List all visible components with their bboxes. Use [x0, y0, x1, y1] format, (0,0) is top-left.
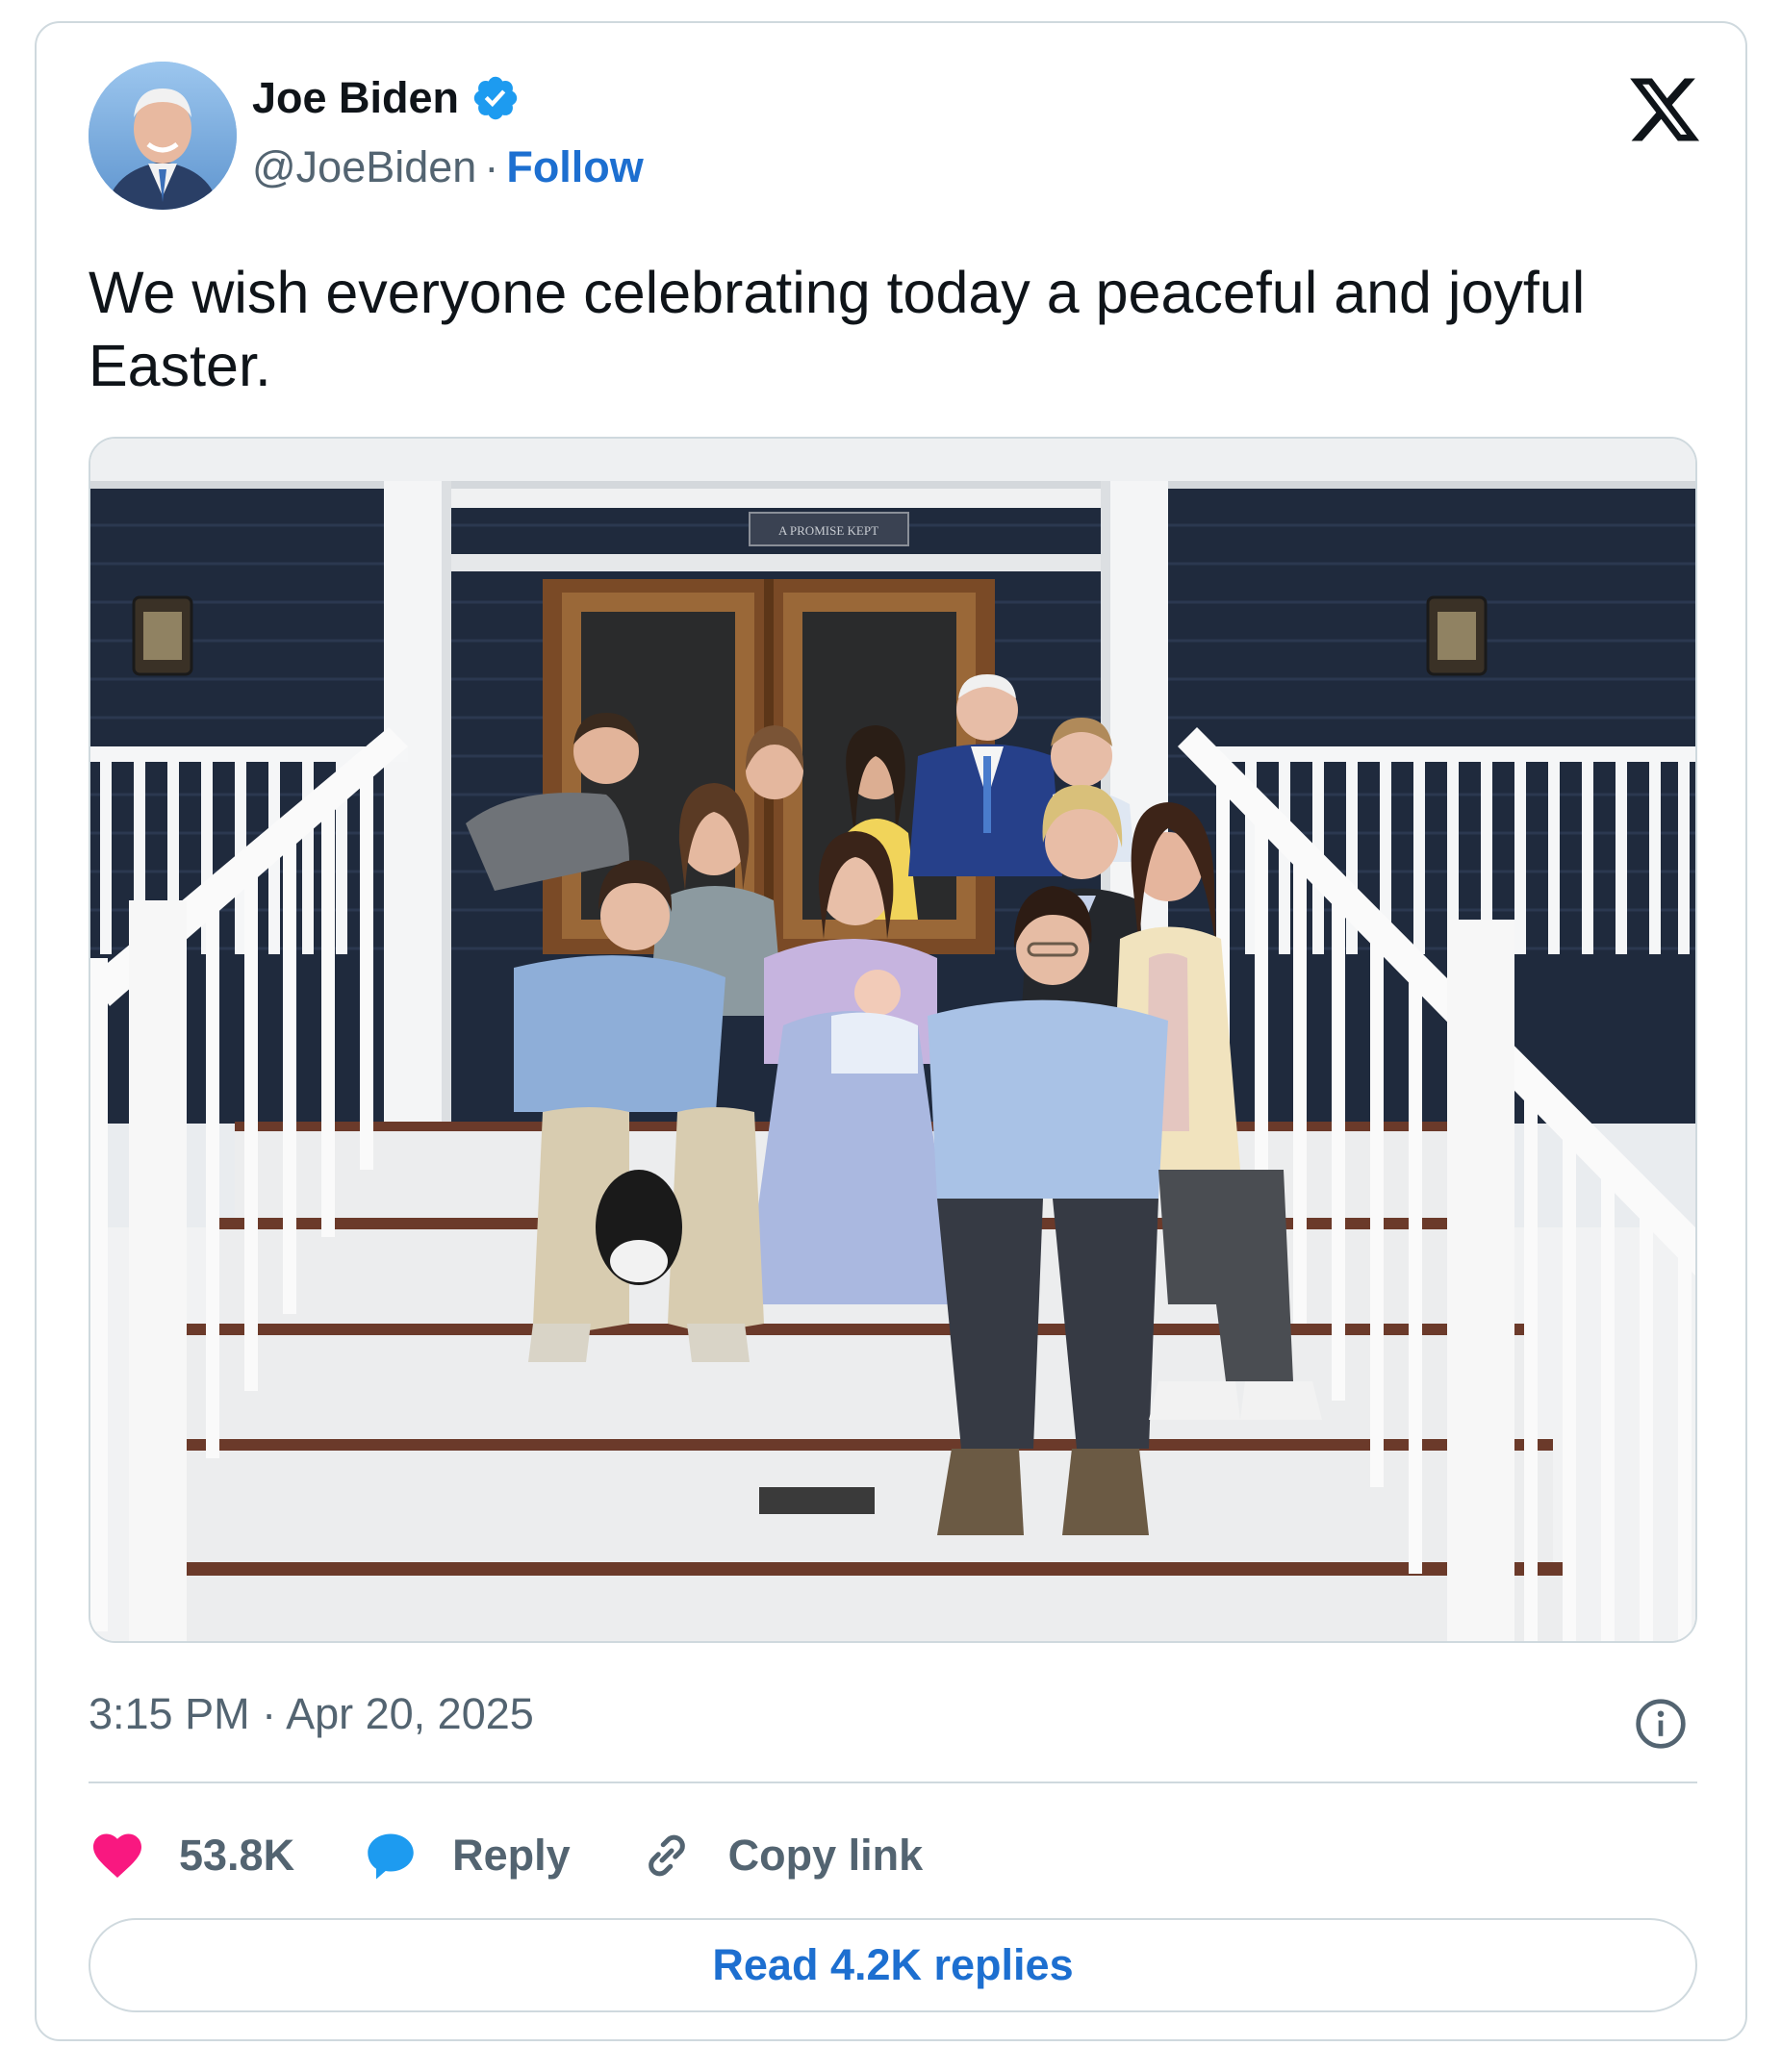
heart-icon: [93, 1833, 141, 1878]
avatar[interactable]: [89, 62, 237, 210]
reply-button[interactable]: Reply: [362, 1827, 571, 1884]
like-button[interactable]: 53.8K: [89, 1827, 294, 1884]
family-photo-image: A PROMISE KEPT: [90, 439, 1695, 1641]
info-icon[interactable]: [1634, 1697, 1688, 1751]
author-name[interactable]: Joe Biden: [252, 73, 459, 123]
divider: [89, 1781, 1697, 1783]
read-replies-button[interactable]: Read 4.2K replies: [89, 1918, 1697, 2012]
like-count: 53.8K: [179, 1831, 295, 1880]
tweet-embed-card: Joe Biden @JoeBiden · Follow We wish every…: [35, 21, 1747, 2041]
tweet-photo[interactable]: A PROMISE KEPT: [89, 437, 1697, 1643]
reply-label: Reply: [452, 1831, 571, 1880]
speech-bubble-icon: [368, 1833, 414, 1880]
verified-badge-icon: [473, 76, 518, 120]
avatar-image: [89, 62, 237, 210]
copy-link-button[interactable]: Copy link: [638, 1827, 924, 1884]
author-name-row: Joe Biden: [252, 73, 521, 123]
tweet-timestamp[interactable]: 3:15 PM · Apr 20, 2025: [89, 1689, 534, 1739]
author-handle[interactable]: @JoeBiden: [252, 142, 476, 191]
x-logo-icon[interactable]: [1626, 71, 1703, 148]
handle-row: @JoeBiden · Follow: [252, 142, 644, 192]
follow-button[interactable]: Follow: [506, 142, 643, 191]
separator-dot: ·: [484, 142, 499, 191]
action-bar: 53.8K Reply Copy link: [89, 1822, 990, 1889]
copy-link-label: Copy link: [727, 1831, 924, 1880]
link-icon: [648, 1834, 685, 1877]
porch-sign-text: A PROMISE KEPT: [778, 523, 878, 538]
tweet-text: We wish everyone celebrating today a pea…: [89, 260, 1586, 398]
